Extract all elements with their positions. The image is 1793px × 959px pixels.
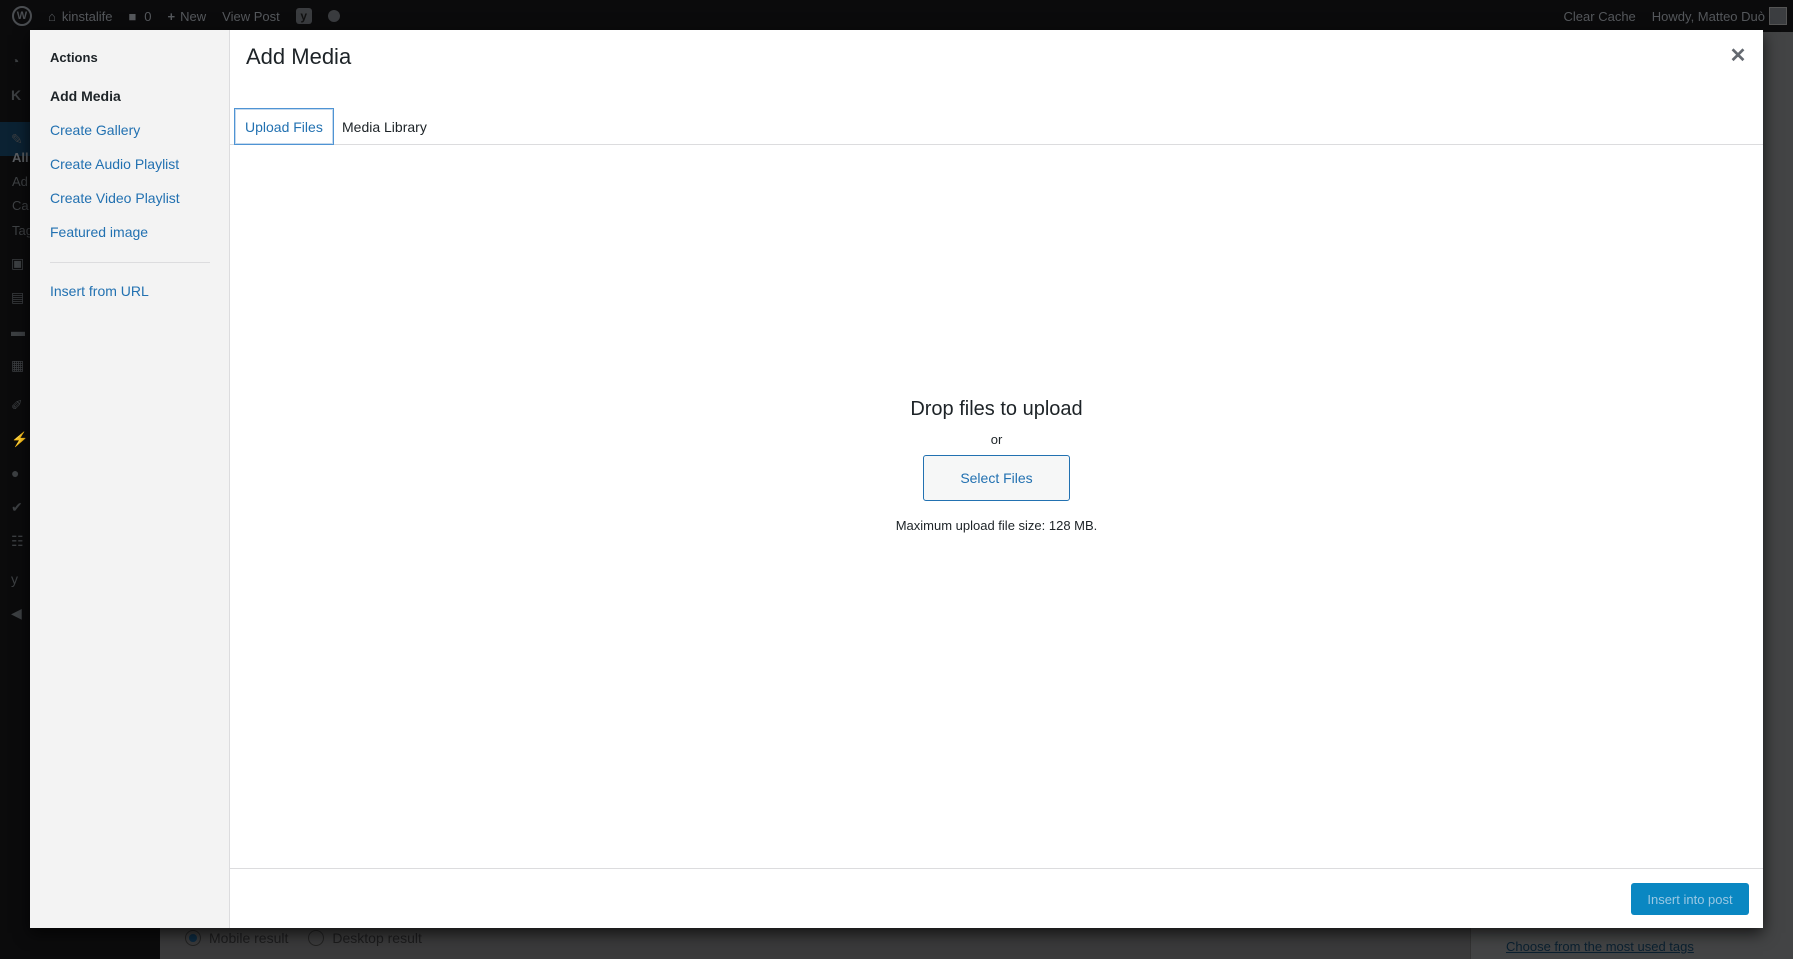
menu-separator [50,262,210,263]
submenu-categories[interactable]: Ca [12,198,29,213]
tab-upload-files[interactable]: Upload Files [234,108,334,145]
most-used-tags-link[interactable]: Choose from the most used tags [1506,939,1694,954]
media-toolbar: Insert into post [230,868,1763,928]
home-icon: ⌂ [48,8,56,24]
clear-cache-link[interactable]: Clear Cache [1556,0,1644,32]
yoast-icon: y [295,8,312,24]
account-menu[interactable]: Howdy, Matteo Duò [1644,0,1793,32]
menu-create-audio-playlist[interactable]: Create Audio Playlist [50,156,179,172]
view-post-label: View Post [222,8,280,24]
close-icon: ✕ [1729,44,1747,67]
howdy-label: Howdy, Matteo Duò [1651,8,1765,24]
media-menu: Actions Add Media Create Gallery Create … [30,30,230,928]
wordpress-menu[interactable]: W [0,0,40,32]
modal-title: Add Media [246,44,352,69]
comment-icon: ■ [128,8,137,24]
radio-mobile[interactable] [185,930,201,946]
wordpress-logo-icon: W [12,6,32,26]
menu-insert-from-url[interactable]: Insert from URL [50,283,149,299]
new-label: New [180,8,207,24]
menu-add-media[interactable]: Add Media [50,88,121,104]
submenu-all[interactable]: All [12,150,29,165]
plus-icon: + [167,8,176,24]
max-upload-size: Maximum upload file size: 128 MB. [895,518,1098,533]
radio-mobile-label: Mobile result [209,930,289,946]
tab-media-library[interactable]: Media Library [332,108,437,145]
comments-count: 0 [144,8,152,24]
yoast-menu[interactable]: y [288,0,320,32]
radio-desktop[interactable] [308,930,325,946]
upload-drop-zone[interactable]: Drop files to upload or Select Files Max… [230,146,1763,899]
select-files-button[interactable]: Select Files [923,455,1070,501]
drop-title: Drop files to upload [910,398,1083,420]
circle-icon [327,10,340,22]
or-label: or [990,432,1003,447]
radio-desktop-label: Desktop result [332,930,422,946]
insert-into-post-button[interactable]: Insert into post [1631,883,1749,915]
submenu-add[interactable]: Ad [12,174,28,189]
comments-link[interactable]: ■ 0 [120,0,159,32]
avatar [1769,7,1787,25]
preview-mode-radios: Mobile result Desktop result [185,930,422,946]
media-router: Upload Files Media Library [230,78,1763,145]
menu-create-gallery[interactable]: Create Gallery [50,122,140,138]
menu-create-video-playlist[interactable]: Create Video Playlist [50,190,180,206]
status-dot[interactable] [320,0,348,32]
add-media-modal: Actions Add Media Create Gallery Create … [30,30,1763,928]
admin-bar: W ⌂ kinstalife ■ 0 + New View Post y Cle… [0,0,1793,32]
site-name: kinstalife [61,8,113,24]
menu-heading: Actions [50,50,98,65]
view-post-link[interactable]: View Post [214,0,288,32]
new-content-link[interactable]: + New [160,0,215,32]
clear-cache-label: Clear Cache [1563,8,1636,24]
menu-featured-image[interactable]: Featured image [50,224,148,240]
site-name-link[interactable]: ⌂ kinstalife [40,0,120,32]
close-button[interactable]: ✕ [1723,40,1753,70]
